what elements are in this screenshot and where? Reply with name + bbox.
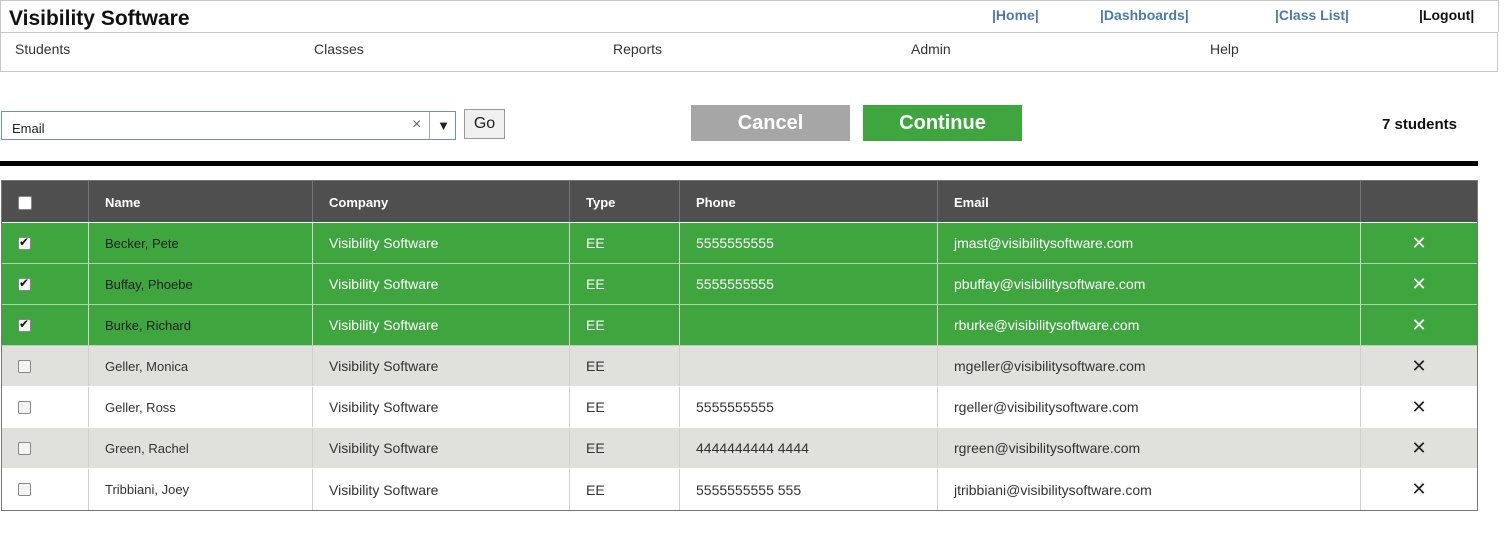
header-remove	[1361, 181, 1477, 222]
row-checkbox[interactable]	[18, 276, 31, 291]
student-company: Visibility Software	[313, 469, 570, 510]
student-email: jmast@visibilitysoftware.com	[938, 223, 1361, 263]
menu-reports[interactable]: Reports	[613, 41, 662, 57]
remove-icon[interactable]: ✕	[1361, 264, 1477, 304]
remove-icon[interactable]: ✕	[1361, 387, 1477, 427]
menu-students[interactable]: Students	[15, 41, 70, 57]
student-name: Geller, Ross	[89, 387, 313, 427]
row-checkbox[interactable]	[18, 441, 31, 455]
student-phone: 5555555555	[680, 223, 938, 263]
students-table: Name Company Type Phone Email Becker, Pe…	[1, 180, 1478, 511]
go-button[interactable]: Go	[464, 109, 505, 139]
student-type: EE	[570, 223, 680, 263]
menu-classes[interactable]: Classes	[314, 41, 364, 57]
remove-icon[interactable]: ✕	[1361, 305, 1477, 345]
student-name: Burke, Richard	[89, 305, 313, 345]
student-type: EE	[570, 264, 680, 304]
student-email: jtribbiani@visibilitysoftware.com	[938, 469, 1361, 510]
student-type: EE	[570, 346, 680, 386]
close-icon[interactable]: ×	[412, 117, 421, 133]
divider	[0, 161, 1478, 166]
student-name: Geller, Monica	[89, 346, 313, 386]
student-type: EE	[570, 469, 680, 510]
header-name[interactable]: Name	[89, 181, 313, 222]
main-menu: Students Classes Reports Admin Help	[0, 32, 1498, 72]
table-row[interactable]: Burke, RichardVisibility SoftwareEE rburk…	[2, 305, 1477, 346]
table-row[interactable]: Geller, Monica Visibility Software EE mgell…	[2, 346, 1477, 387]
triangle-down-icon[interactable]: ▼	[429, 112, 457, 139]
student-company: Visibility Software	[313, 223, 570, 263]
menu-admin[interactable]: Admin	[911, 41, 951, 57]
student-email: rgreen@visibilitysoftware.com	[938, 428, 1361, 468]
table-row[interactable]: Green, Rachel Visibility Software EE 444444…	[2, 428, 1477, 469]
student-name: Buffay, Phoebe	[89, 264, 313, 304]
student-phone: 5555555555	[680, 387, 938, 427]
app-title: Visibility Software	[9, 7, 190, 30]
field-select-value: Email	[12, 121, 45, 136]
student-count: 7 students	[1382, 116, 1458, 133]
student-type: EE	[570, 428, 680, 468]
header-phone[interactable]: Phone	[680, 181, 938, 222]
cancel-button[interactable]: Cancel	[691, 105, 850, 141]
student-phone	[680, 305, 938, 345]
student-email: mgeller@visibilitysoftware.com	[938, 346, 1361, 386]
row-checkbox[interactable]	[18, 359, 31, 373]
student-phone	[680, 346, 938, 386]
student-company: Visibility Software	[313, 387, 570, 427]
student-email: rgeller@visibilitysoftware.com	[938, 387, 1361, 427]
student-company: Visibility Software	[313, 305, 570, 345]
student-company: Visibility Software	[313, 264, 570, 304]
remove-icon[interactable]: ✕	[1361, 223, 1477, 263]
student-phone: 5555555555	[680, 264, 938, 304]
remove-icon[interactable]: ✕	[1361, 346, 1477, 386]
continue-button[interactable]: Continue	[863, 105, 1022, 141]
select-all-checkbox[interactable]	[18, 195, 32, 210]
logout-link[interactable]: |Logout|	[1419, 7, 1474, 23]
home-link[interactable]: |Home|	[992, 7, 1039, 23]
header-company[interactable]: Company	[313, 181, 570, 222]
student-company: Visibility Software	[313, 428, 570, 468]
table-row[interactable]: Tribbiani, Joey Visibility Software EE 5555…	[2, 469, 1477, 510]
table-row[interactable]: Geller, Ross Visibility Software EE 5555555…	[2, 387, 1477, 428]
field-select[interactable]: Email × ▼	[1, 111, 456, 140]
row-checkbox[interactable]	[18, 317, 31, 332]
row-checkbox[interactable]	[18, 235, 31, 250]
menu-help[interactable]: Help	[1210, 41, 1239, 57]
student-type: EE	[570, 305, 680, 345]
remove-icon[interactable]: ✕	[1361, 469, 1477, 510]
table-header: Name Company Type Phone Email	[2, 181, 1477, 223]
dashboards-link[interactable]: |Dashboards|	[1100, 7, 1189, 23]
table-row[interactable]: Becker, PeteVisibility SoftwareEE5555555…	[2, 223, 1477, 264]
student-email: pbuffay@visibilitysoftware.com	[938, 264, 1361, 304]
student-email: rburke@visibilitysoftware.com	[938, 305, 1361, 345]
student-name: Becker, Pete	[89, 223, 313, 263]
student-type: EE	[570, 387, 680, 427]
header-type[interactable]: Type	[570, 181, 680, 222]
student-name: Green, Rachel	[89, 428, 313, 468]
row-checkbox[interactable]	[18, 483, 31, 496]
student-phone: 4444444444 4444	[680, 428, 938, 468]
student-phone: 5555555555 555	[680, 469, 938, 510]
row-checkbox[interactable]	[18, 400, 31, 414]
class-list-link[interactable]: |Class List|	[1275, 7, 1349, 23]
student-name: Tribbiani, Joey	[89, 469, 313, 510]
table-row[interactable]: Buffay, PhoebeVisibility SoftwareEE55555…	[2, 264, 1477, 305]
remove-icon[interactable]: ✕	[1361, 428, 1477, 468]
header-email[interactable]: Email	[938, 181, 1361, 222]
top-bar: Visibility Software |Home| |Dashboards| …	[0, 0, 1499, 32]
student-company: Visibility Software	[313, 346, 570, 386]
